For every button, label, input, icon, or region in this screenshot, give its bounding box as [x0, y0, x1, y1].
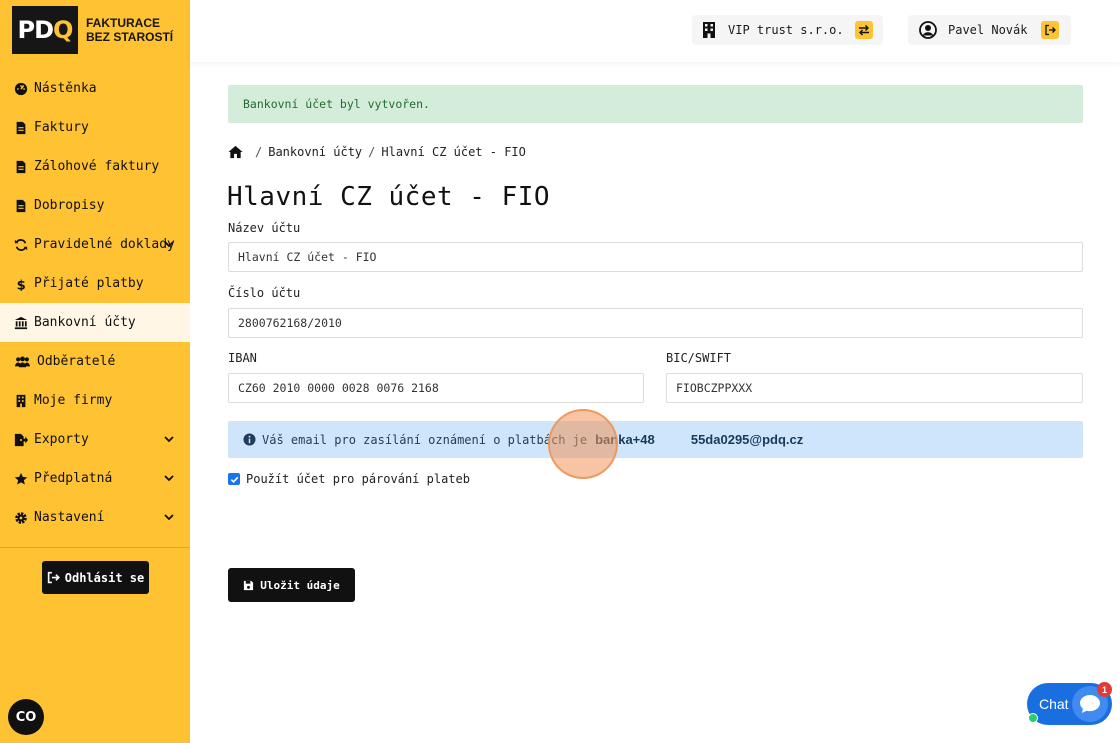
save-label: Uložit údaje: [260, 578, 340, 592]
message-icon: [1080, 695, 1100, 713]
star-icon: [14, 472, 28, 485]
success-alert: Bankovní účet byl vytvořen.: [228, 85, 1083, 123]
chevron-down-icon[interactable]: [163, 472, 175, 484]
logout-label: Odhlásit se: [64, 570, 145, 585]
sync-icon: [14, 238, 28, 251]
co-badge[interactable]: CO: [8, 699, 44, 735]
sidebar-item-label: Faktury: [34, 120, 89, 135]
export-icon: [14, 433, 28, 446]
sidebar-item-advance-invoices[interactable]: Zálohové faktury: [0, 147, 190, 186]
sidebar-item-exports[interactable]: Exporty: [0, 420, 190, 459]
dashboard-icon: [14, 82, 28, 95]
sidebar-item-label: Dobropisy: [34, 198, 105, 213]
sidebar-item-my-companies[interactable]: Moje firmy: [0, 381, 190, 420]
top-bar: VIP trust s.r.o. Pavel Novák: [190, 0, 1120, 62]
swap-company-button[interactable]: [855, 21, 873, 39]
sidebar-item-credit-notes[interactable]: Dobropisy: [0, 186, 190, 225]
chevron-down-icon[interactable]: [163, 433, 175, 445]
breadcrumb: / Bankovní účty / Hlavní CZ účet - FIO: [228, 145, 526, 159]
breadcrumb-separator: /: [255, 145, 263, 159]
sidebar-item-label: Pravidelné doklady: [34, 237, 175, 252]
sidebar-item-label: Nástěnka: [34, 81, 97, 96]
sidebar-item-label: Nastavení: [34, 510, 105, 525]
company-name: VIP trust s.r.o.: [728, 23, 844, 37]
iban-input[interactable]: [228, 373, 644, 403]
file-icon: [16, 160, 26, 173]
use-for-matching-checkbox[interactable]: [228, 473, 240, 485]
save-button[interactable]: Uložit údaje: [228, 568, 355, 602]
sidebar-nav: Nástěnka Faktury Zálohové faktury Dobrop…: [0, 69, 190, 537]
sidebar-item-invoices[interactable]: Faktury: [0, 108, 190, 147]
account-name-input[interactable]: [228, 242, 1083, 272]
sidebar-item-payments[interactable]: $ Přijaté platby: [0, 264, 190, 303]
sidebar-divider: [0, 547, 190, 548]
use-for-matching-row[interactable]: Použít účet pro párování plateb: [228, 472, 470, 486]
user-circle-icon: [919, 21, 937, 39]
svg-text:$: $: [17, 278, 26, 291]
iban-label: IBAN: [228, 351, 257, 365]
notification-email: banka+48 55da0295@pdq.cz: [595, 432, 804, 447]
logout-button[interactable]: Odhlásit se: [42, 561, 149, 594]
chat-unread-badge: 1: [1097, 682, 1112, 697]
info-icon: [243, 433, 256, 446]
user-name: Pavel Novák: [948, 23, 1028, 37]
sidebar-item-label: Předplatná: [34, 471, 113, 486]
info-alert: Váš email pro zasílání oznámení o platbá…: [228, 421, 1083, 458]
sidebar-item-label: Exporty: [34, 432, 89, 447]
account-number-label: Číslo účtu: [228, 286, 301, 300]
chevron-down-icon[interactable]: [163, 238, 175, 250]
sidebar-item-customers[interactable]: Odběratelé: [0, 342, 190, 381]
gear-icon: [15, 511, 27, 524]
chat-online-indicator: [1028, 713, 1038, 723]
swap-icon: [859, 25, 869, 36]
breadcrumb-current: Hlavní CZ účet - FIO: [381, 145, 526, 159]
sidebar-item-dashboard[interactable]: Nástěnka: [0, 69, 190, 108]
info-text: Váš email pro zasílání oznámení o platbá…: [262, 432, 588, 447]
sidebar-item-settings[interactable]: Nastavení: [0, 498, 190, 537]
account-name-label: Název účtu: [228, 221, 301, 235]
users-icon: [15, 355, 30, 367]
user-logout-button[interactable]: [1041, 21, 1059, 39]
exit-icon: [1045, 24, 1056, 36]
file-icon: [16, 199, 26, 212]
chat-label: Chat: [1039, 696, 1069, 712]
check-icon: [230, 476, 238, 483]
sidebar-item-subscriptions[interactable]: Předplatná: [0, 459, 190, 498]
logout-icon: [47, 571, 60, 584]
sidebar-item-label: Zálohové faktury: [34, 159, 160, 174]
sidebar-item-label: Přijaté platby: [34, 276, 144, 291]
home-icon[interactable]: [228, 145, 243, 159]
breadcrumb-separator: /: [368, 145, 376, 159]
file-icon: [16, 121, 26, 134]
sidebar: PD Q FAKTURACE BEZ STAROSTÍ Nástěnka Fakt…: [0, 0, 190, 743]
bic-label: BIC/SWIFT: [666, 351, 732, 365]
account-number-input[interactable]: [228, 308, 1083, 338]
brand-logo[interactable]: PD Q FAKTURACE BEZ STAROSTÍ: [12, 6, 182, 54]
brand-tagline: FAKTURACE BEZ STAROSTÍ: [86, 16, 174, 44]
chevron-down-icon[interactable]: [163, 511, 175, 523]
sidebar-item-bank-accounts[interactable]: Bankovní účty: [0, 303, 190, 342]
building-icon: [703, 22, 715, 38]
dollar-icon: $: [17, 278, 26, 291]
bank-icon: [14, 316, 28, 329]
bic-input[interactable]: [666, 373, 1083, 403]
breadcrumb-bank-accounts[interactable]: Bankovní účty: [268, 145, 362, 159]
sidebar-item-label: Moje firmy: [34, 393, 113, 408]
sidebar-item-label: Bankovní účty: [34, 315, 136, 330]
sidebar-item-recurring[interactable]: Pravidelné doklady: [0, 225, 190, 264]
page-title: Hlavní CZ účet - FIO: [227, 182, 551, 212]
user-menu[interactable]: Pavel Novák: [908, 15, 1071, 45]
company-switcher[interactable]: VIP trust s.r.o.: [692, 15, 883, 45]
use-for-matching-label: Použít účet pro párování plateb: [246, 472, 470, 486]
building-icon: [16, 394, 26, 407]
sidebar-item-label: Odběratelé: [37, 354, 116, 369]
save-icon: [244, 580, 254, 590]
click-indicator: [548, 409, 618, 479]
logo-mark: PD Q: [12, 6, 78, 54]
